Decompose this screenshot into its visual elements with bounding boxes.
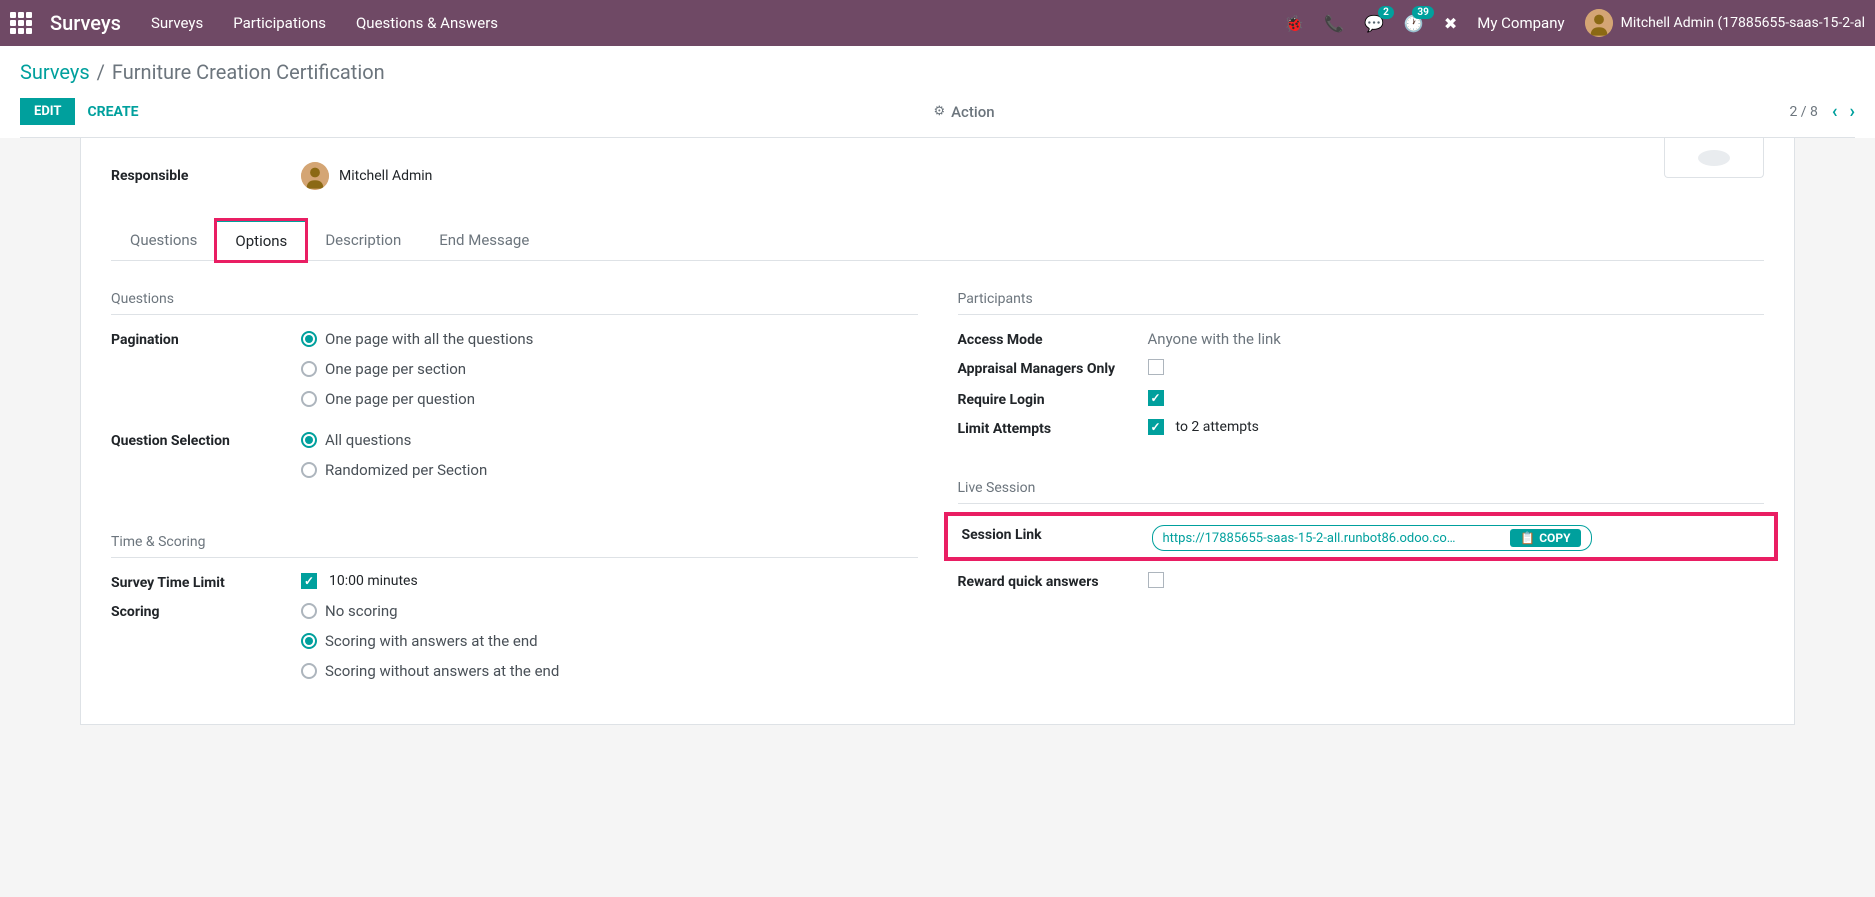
radio-icon (301, 361, 317, 377)
breadcrumb-separator: / (97, 60, 105, 84)
session-link-label: Session Link (962, 522, 1152, 543)
radio-icon (301, 633, 317, 649)
avatar (301, 162, 329, 190)
radio-icon (301, 391, 317, 407)
action-label: Action (951, 103, 994, 121)
radio-icon (301, 432, 317, 448)
radio-label: All questions (325, 431, 411, 449)
access-mode-value: Anyone with the link (1148, 330, 1281, 348)
access-mode-label: Access Mode (958, 327, 1148, 348)
limit-attempts-value: to 2 attempts (1176, 419, 1259, 435)
time-limit-checkbox[interactable] (301, 573, 317, 589)
apps-grid-icon[interactable] (10, 12, 32, 34)
session-link-box: https://17885655-saas-15-2-all.runbot86.… (1152, 525, 1592, 551)
activities-badge: 39 (1412, 6, 1433, 19)
user-name: Mitchell Admin (17885655-saas-15-2-al (1621, 15, 1865, 31)
section-participants-title: Participants (958, 291, 1765, 310)
phone-icon[interactable]: 📞 (1324, 14, 1344, 33)
radio-label: One page with all the questions (325, 330, 533, 348)
scoring-label: Scoring (111, 599, 301, 620)
radio-label: One page per question (325, 390, 475, 408)
tab-list: Questions Options Description End Messag… (111, 220, 1764, 261)
avatar (1585, 9, 1613, 37)
time-limit-label: Survey Time Limit (111, 570, 301, 591)
scoring-radio-no-answers-end[interactable]: Scoring without answers at the end (301, 662, 918, 680)
messages-badge: 2 (1378, 6, 1394, 19)
reward-label: Reward quick answers (958, 569, 1148, 590)
radio-label: Scoring without answers at the end (325, 662, 559, 680)
copy-button[interactable]: 📋 COPY (1510, 529, 1580, 547)
breadcrumb: Surveys / Furniture Creation Certificati… (20, 60, 1855, 84)
responsible-label: Responsible (111, 168, 301, 184)
menu-surveys[interactable]: Surveys (151, 14, 203, 32)
pager-next-icon[interactable]: › (1850, 101, 1855, 122)
pager-prev-icon[interactable]: ‹ (1832, 101, 1838, 122)
section-questions-title: Questions (111, 291, 918, 310)
radio-label: Scoring with answers at the end (325, 632, 538, 650)
activities-icon[interactable]: 🕐39 (1404, 14, 1424, 33)
company-selector[interactable]: My Company (1477, 14, 1564, 32)
tab-end-message[interactable]: End Message (420, 220, 548, 260)
responsible-value: Mitchell Admin (339, 168, 432, 184)
pagination-label: Pagination (111, 327, 301, 348)
radio-icon (301, 603, 317, 619)
tools-icon[interactable]: ✖ (1444, 14, 1457, 33)
pagination-radio-all[interactable]: One page with all the questions (301, 330, 918, 348)
reward-checkbox[interactable] (1148, 572, 1164, 588)
copy-label: COPY (1539, 531, 1570, 545)
create-button[interactable]: CREATE (87, 104, 138, 120)
radio-label: Randomized per Section (325, 461, 487, 479)
menu-questions-answers[interactable]: Questions & Answers (356, 14, 498, 32)
radio-label: No scoring (325, 602, 398, 620)
pagination-radio-question[interactable]: One page per question (301, 390, 918, 408)
top-navbar: Surveys Surveys Participations Questions… (0, 0, 1875, 46)
pagination-radio-section[interactable]: One page per section (301, 360, 918, 378)
bug-icon[interactable]: 🐞 (1284, 14, 1304, 33)
radio-icon (301, 331, 317, 347)
scoring-radio-none[interactable]: No scoring (301, 602, 918, 620)
require-login-label: Require Login (958, 387, 1148, 408)
gear-icon: ⚙ (933, 104, 945, 119)
app-title: Surveys (50, 11, 121, 35)
tab-description[interactable]: Description (306, 220, 420, 260)
stat-button[interactable] (1664, 138, 1764, 178)
messages-icon[interactable]: 💬2 (1364, 14, 1384, 33)
limit-attempts-label: Limit Attempts (958, 416, 1148, 437)
section-time-scoring-title: Time & Scoring (111, 534, 918, 553)
radio-icon (301, 663, 317, 679)
pager-value[interactable]: 2 / 8 (1789, 104, 1817, 120)
control-panel-area: Surveys / Furniture Creation Certificati… (0, 46, 1875, 138)
tab-options[interactable]: Options (216, 220, 306, 261)
user-menu[interactable]: Mitchell Admin (17885655-saas-15-2-al (1585, 9, 1865, 37)
edit-button[interactable]: EDIT (20, 98, 75, 125)
question-selection-radio-random[interactable]: Randomized per Section (301, 461, 918, 479)
copy-icon: 📋 (1520, 531, 1535, 545)
limit-attempts-checkbox[interactable] (1148, 419, 1164, 435)
appraisal-checkbox[interactable] (1148, 359, 1164, 375)
radio-label: One page per section (325, 360, 466, 378)
breadcrumb-root[interactable]: Surveys (20, 60, 90, 84)
section-live-session-title: Live Session (958, 480, 1765, 499)
question-selection-radio-all[interactable]: All questions (301, 431, 918, 449)
scoring-radio-answers-end[interactable]: Scoring with answers at the end (301, 632, 918, 650)
form-sheet: Responsible Mitchell Admin Questions Opt… (80, 138, 1795, 725)
radio-icon (301, 462, 317, 478)
menu-participations[interactable]: Participations (233, 14, 326, 32)
question-selection-label: Question Selection (111, 428, 301, 449)
time-limit-value: 10:00 minutes (329, 573, 418, 589)
session-link-url[interactable]: https://17885655-saas-15-2-all.runbot86.… (1163, 531, 1503, 546)
appraisal-label: Appraisal Managers Only (958, 356, 1148, 377)
breadcrumb-current: Furniture Creation Certification (112, 60, 385, 84)
require-login-checkbox[interactable] (1148, 390, 1164, 406)
action-dropdown[interactable]: ⚙ Action (933, 103, 994, 121)
tab-questions[interactable]: Questions (111, 220, 216, 260)
